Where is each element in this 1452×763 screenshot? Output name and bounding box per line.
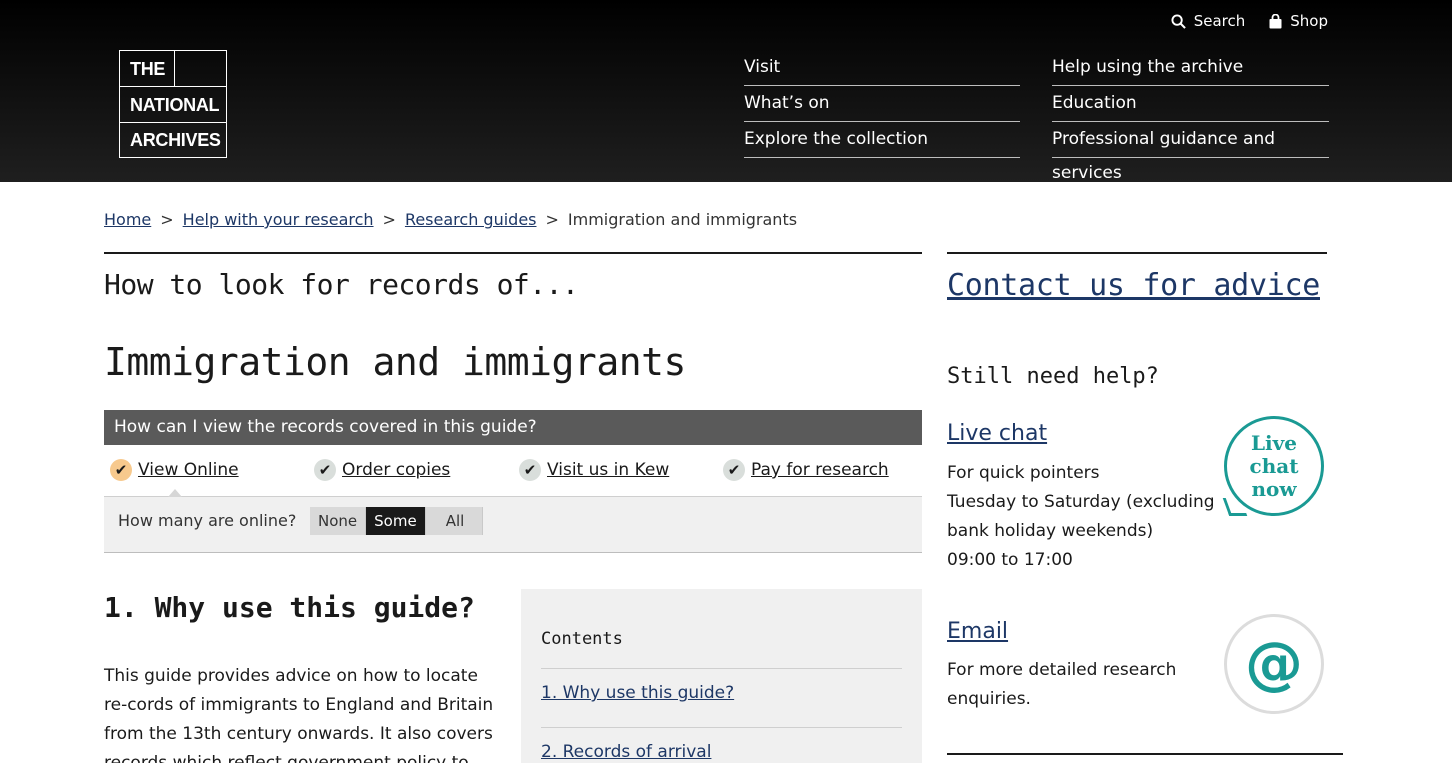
- live-chat-line-2: Tuesday to Saturday (excluding bank holi…: [947, 492, 1215, 541]
- contents-title: Contents: [541, 629, 623, 649]
- email-details: For more detailed research enquiries.: [947, 660, 1177, 709]
- check-icon: ✔: [314, 459, 336, 481]
- breadcrumb: Home > Help with your research > Researc…: [104, 210, 797, 229]
- site-header: Search Shop THE NATIONAL ARCHIVES Visit …: [0, 0, 1452, 183]
- nav-education[interactable]: Education: [1052, 86, 1329, 122]
- option-some[interactable]: Some: [366, 507, 426, 535]
- search-label: Search: [1193, 12, 1246, 30]
- main-nav-right: Help using the archive Education Profess…: [1052, 50, 1329, 183]
- logo-line-2: NATIONAL: [120, 87, 226, 123]
- national-archives-logo[interactable]: THE NATIONAL ARCHIVES: [119, 50, 227, 158]
- nav-explore-collection[interactable]: Explore the collection: [744, 122, 1020, 158]
- live-chat-details: For quick pointers Tuesday to Saturday (…: [947, 459, 1217, 575]
- view-options-tabs: ✔ View Online ✔ Order copies ✔ Visit us …: [104, 455, 922, 497]
- breadcrumb-research-guides[interactable]: Research guides: [405, 210, 537, 229]
- option-all[interactable]: All: [425, 507, 484, 535]
- email-link[interactable]: Email: [947, 619, 1008, 644]
- check-icon: ✔: [110, 459, 132, 481]
- search-icon: [1171, 13, 1186, 29]
- breadcrumb-separator: >: [545, 210, 559, 229]
- option-none[interactable]: None: [310, 507, 367, 535]
- nav-whats-on[interactable]: What’s on: [744, 86, 1020, 122]
- page-title: Immigration and immigrants: [104, 340, 686, 384]
- contents-box: Contents 1. Why use this guide? 2. Recor…: [521, 589, 922, 763]
- check-icon: ✔: [519, 459, 541, 481]
- badge-word: chat: [1249, 454, 1299, 478]
- shopping-bag-icon: [1269, 13, 1282, 28]
- nav-help-archive[interactable]: Help using the archive: [1052, 50, 1329, 86]
- badge-word: now: [1251, 477, 1297, 501]
- online-amount-selector: None Some All: [310, 507, 484, 535]
- tab-label[interactable]: Pay for research: [751, 460, 889, 480]
- tab-label[interactable]: View Online: [138, 460, 239, 480]
- tab-visit-kew[interactable]: ✔ Visit us in Kew: [519, 459, 669, 481]
- section-body: This guide provides advice on how to loc…: [104, 666, 494, 763]
- active-tab-pointer: [168, 489, 182, 497]
- nav-professional-guidance[interactable]: Professional guidance and services: [1052, 122, 1329, 183]
- utility-nav: Search Shop: [1171, 12, 1328, 30]
- logo-line-3: ARCHIVES: [130, 130, 221, 150]
- contents-link-arrival[interactable]: 2. Records of arrival: [541, 742, 711, 762]
- breadcrumb-current: Immigration and immigrants: [567, 210, 798, 229]
- badge-word: Live: [1250, 431, 1297, 455]
- live-chat-link[interactable]: Live chat: [947, 421, 1047, 446]
- view-records-bar: How can I view the records covered in th…: [104, 410, 922, 445]
- logo-divider: [174, 51, 175, 87]
- breadcrumb-separator: >: [160, 210, 174, 229]
- online-availability-panel: How many are online? None Some All: [104, 496, 922, 553]
- email-at-icon[interactable]: @: [1224, 614, 1324, 714]
- contents-item: 2. Records of arrival: [541, 727, 902, 762]
- tab-view-online[interactable]: ✔ View Online: [110, 459, 239, 481]
- search-link[interactable]: Search: [1171, 12, 1246, 30]
- logo-line-1: THE: [120, 51, 226, 87]
- breadcrumb-home[interactable]: Home: [104, 210, 151, 229]
- section-title: 1. Why use this guide?: [104, 591, 475, 624]
- shop-link[interactable]: Shop: [1269, 12, 1328, 30]
- tab-pay-research[interactable]: ✔ Pay for research: [723, 459, 889, 481]
- page-kicker: How to look for records of...: [104, 268, 579, 301]
- tab-label[interactable]: Order copies: [342, 460, 450, 480]
- main-nav-left: Visit What’s on Explore the collection: [744, 50, 1020, 158]
- live-chat-line-3: 09:00 to 17:00: [947, 550, 1073, 570]
- live-chat-line-1: For quick pointers: [947, 463, 1100, 483]
- contact-advice-link[interactable]: Contact us for advice: [947, 268, 1320, 303]
- contents-item: 1. Why use this guide?: [541, 668, 902, 703]
- breadcrumb-separator: >: [382, 210, 396, 229]
- check-icon: ✔: [723, 459, 745, 481]
- online-question: How many are online?: [118, 511, 297, 530]
- shop-label: Shop: [1290, 12, 1328, 30]
- still-need-help-heading: Still need help?: [947, 364, 1159, 389]
- sidebar-bottom-rule: [947, 753, 1343, 755]
- tab-order-copies[interactable]: ✔ Order copies: [314, 459, 450, 481]
- tab-label[interactable]: Visit us in Kew: [547, 460, 669, 480]
- breadcrumb-help-research[interactable]: Help with your research: [183, 210, 374, 229]
- contents-link-why[interactable]: 1. Why use this guide?: [541, 683, 734, 703]
- nav-visit[interactable]: Visit: [744, 50, 1020, 86]
- live-chat-now-icon[interactable]: Live chat now: [1224, 416, 1324, 516]
- main-top-rule: [104, 252, 922, 254]
- sidebar-top-rule: [947, 252, 1327, 254]
